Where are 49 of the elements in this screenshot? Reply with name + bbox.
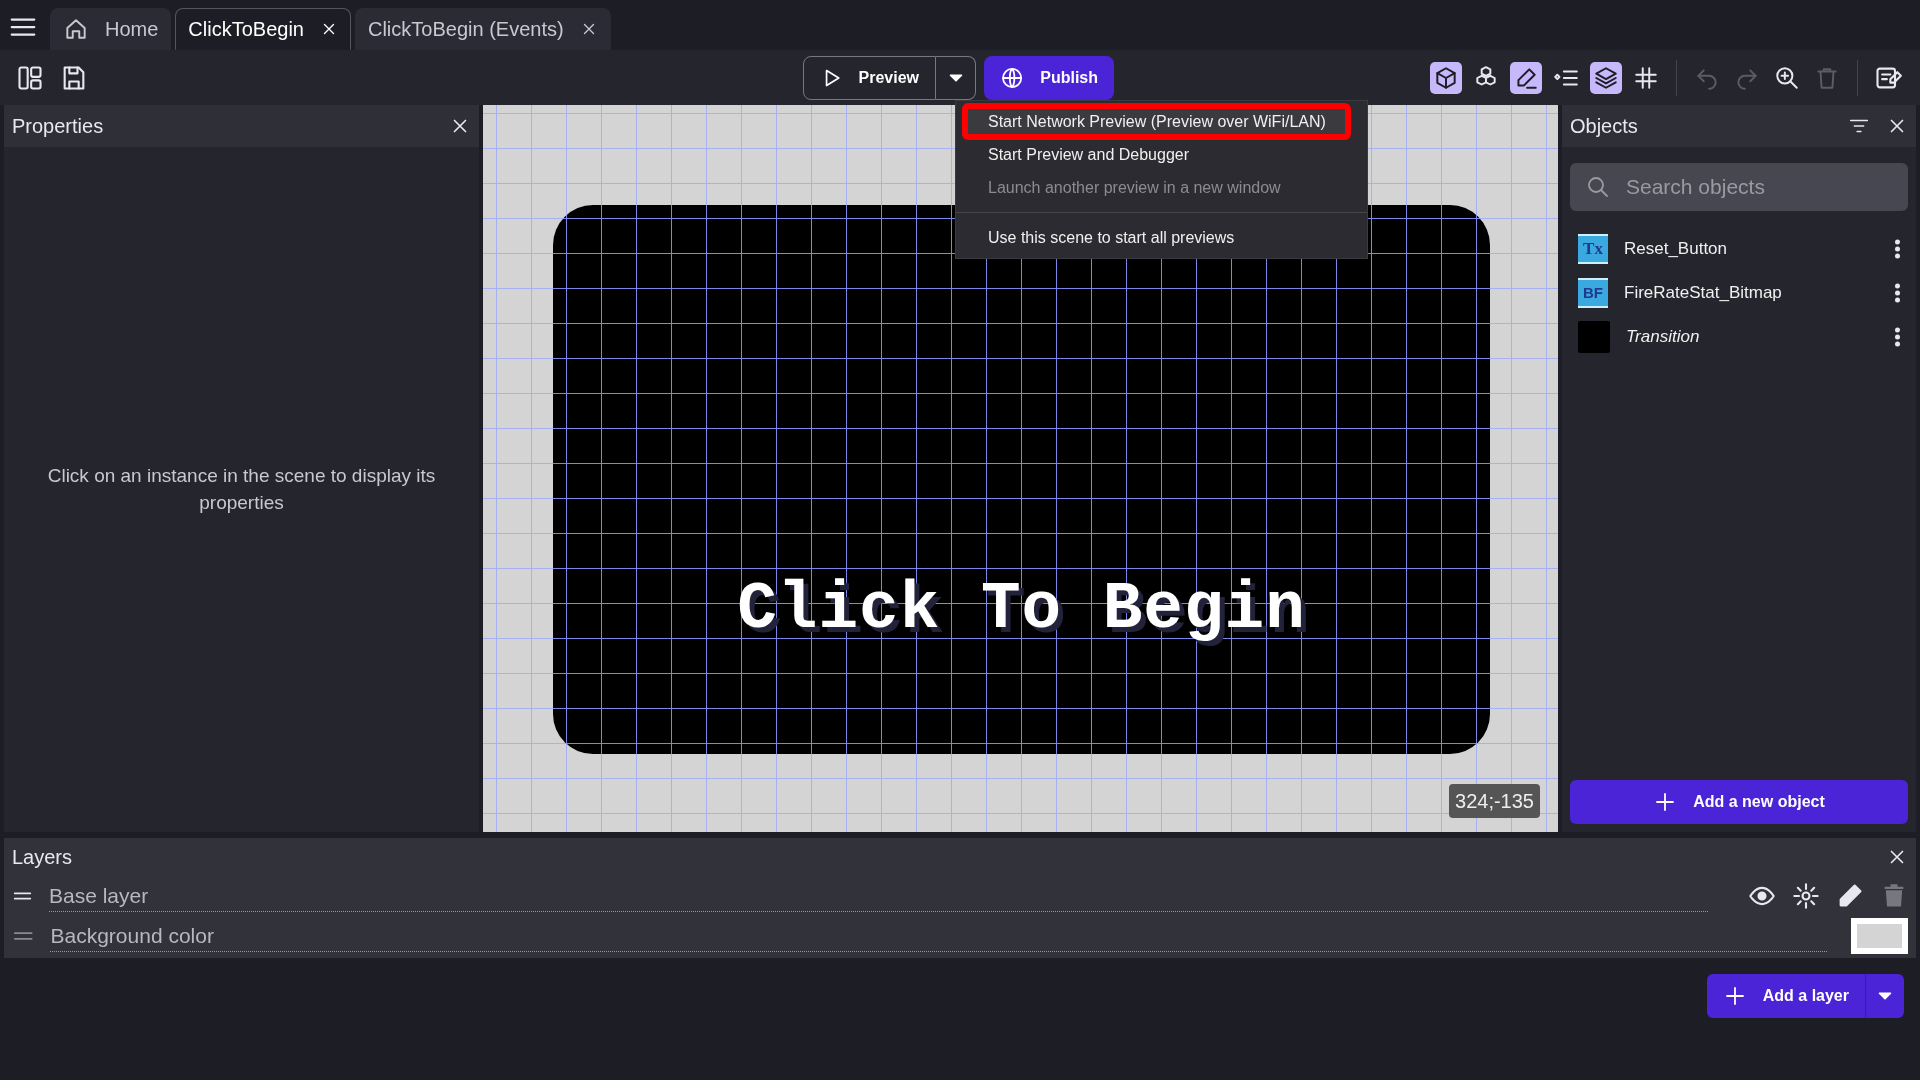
panels-button[interactable] <box>16 63 44 92</box>
menu-item[interactable]: Use this scene to start all previews <box>956 221 1367 254</box>
publish-button[interactable]: Publish <box>984 56 1114 100</box>
editor-tab[interactable]: Home <box>50 8 172 50</box>
background-color-swatch[interactable] <box>1851 918 1908 954</box>
layer-name-field[interactable]: Background color <box>50 919 1827 953</box>
sprite-thumbnail <box>1578 321 1610 353</box>
text-object-icon: Tx <box>1578 234 1608 264</box>
object-name: Reset_Button <box>1624 238 1727 261</box>
properties-tool-button[interactable] <box>1510 61 1542 94</box>
menu-item[interactable]: Start Preview and Debugger <box>956 138 1367 171</box>
empty-properties-message: Click on an instance in the scene to display its properties <box>46 463 437 515</box>
add-object-button[interactable]: Add a new object <box>1570 780 1908 824</box>
layout-icon <box>16 63 44 92</box>
home-icon <box>63 16 89 42</box>
grid-icon <box>1633 64 1659 91</box>
object-name: Transition <box>1626 326 1700 349</box>
bitmap-text-object-icon: BF <box>1578 278 1608 308</box>
light-icon <box>1792 882 1820 910</box>
kebab-menu-icon <box>1895 239 1900 259</box>
panel-title: Objects <box>1570 114 1638 139</box>
preview-button[interactable]: Preview <box>803 56 936 100</box>
more-options-button[interactable] <box>1895 239 1900 259</box>
object-list-item[interactable]: Tx Reset_Button <box>1570 227 1908 271</box>
more-options-button[interactable] <box>1895 283 1900 303</box>
add-layer-dropdown-button[interactable] <box>1865 974 1904 1018</box>
object-tool-button[interactable] <box>1430 61 1462 94</box>
search-icon <box>1586 175 1610 199</box>
layers-icon <box>1593 64 1619 91</box>
add-layer-button[interactable]: Add a layer <box>1706 974 1865 1018</box>
panel-title: Properties <box>12 114 104 139</box>
lighting-button[interactable] <box>1792 882 1820 910</box>
layers-tool-button[interactable] <box>1590 61 1622 94</box>
more-options-button[interactable] <box>1895 327 1900 347</box>
object-name: FireRateStat_Bitmap <box>1624 282 1782 305</box>
search-field[interactable]: Search objects <box>1570 163 1908 211</box>
object-list-item[interactable]: Transition <box>1570 315 1908 359</box>
cube-icon <box>1433 64 1459 91</box>
zoom-in-icon <box>1774 64 1800 91</box>
menu-item[interactable]: Start Network Preview (Preview over WiFi/LAN) <box>964 105 1349 138</box>
kebab-menu-icon <box>1895 327 1900 347</box>
panel-title: Layers <box>12 845 73 870</box>
object-list-item[interactable]: BF FireRateStat_Bitmap <box>1570 271 1908 315</box>
kebab-menu-icon <box>1895 283 1900 303</box>
globe-icon <box>1000 65 1025 91</box>
editor-tab[interactable]: ClickToBegin (Events) <box>354 8 611 50</box>
cursor-coordinates: 324;-135 <box>1449 784 1540 818</box>
editor-tab[interactable]: ClickToBegin <box>175 8 351 50</box>
layer-name-field[interactable]: Base layer <box>49 879 1708 913</box>
